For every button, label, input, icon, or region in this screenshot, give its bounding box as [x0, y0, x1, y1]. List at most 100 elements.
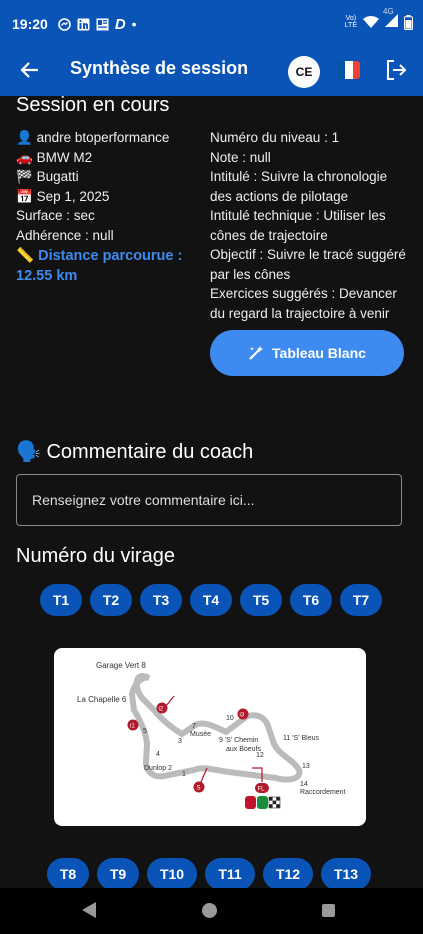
title-row: Intitulé : Suivre la chronologie des act…	[210, 169, 388, 204]
speaking-head-icon: 🗣️	[16, 441, 41, 463]
turn-chip-t10[interactable]: T10	[147, 858, 197, 888]
track-label: 12	[256, 752, 264, 759]
track-label: 4	[156, 751, 160, 758]
battery-icon	[404, 14, 413, 30]
system-nav-bar	[0, 888, 423, 934]
circuit-name: Bugatti	[36, 169, 79, 184]
volte-icon: Vo) LTE	[344, 15, 357, 29]
session-date: Sep 1, 2025	[36, 188, 110, 204]
flag-stripe-white	[345, 61, 353, 79]
calendar-icon: 📅	[16, 188, 33, 204]
car-icon: 🚗	[16, 149, 33, 165]
turn-chip-t8[interactable]: T8	[47, 858, 89, 888]
user-icon: 👤	[16, 130, 33, 145]
nav-back-icon[interactable]	[82, 902, 96, 918]
turn-chip-t7[interactable]: T7	[340, 584, 382, 616]
marker-label: S	[197, 786, 201, 792]
turns-heading: Numéro du virage	[16, 545, 175, 567]
arrow-left-icon	[20, 62, 38, 78]
adherence-row: Adhérence : null	[16, 227, 114, 243]
whiteboard-button[interactable]: Tableau Blanc	[210, 330, 404, 376]
session-heading: Session en cours	[16, 96, 170, 116]
technical-title-row: Intitulé technique : Utiliser les cônes …	[210, 208, 386, 243]
coach-heading: 🗣️ Commentaire du coach	[16, 439, 253, 464]
news-icon	[96, 18, 109, 30]
turn-chip-t1[interactable]: T1	[40, 584, 82, 616]
network-type: 4G	[383, 7, 394, 16]
app-bar: Synthèse de session CE	[0, 48, 423, 96]
distance-label: Distance parcourue :	[38, 248, 183, 264]
dolby-icon: D	[114, 15, 126, 33]
marker-label: i3	[240, 713, 245, 719]
objective-row: Objectif : Suivre le tracé suggéré par l…	[210, 247, 406, 282]
nav-recent-apps-icon[interactable]	[322, 904, 335, 917]
session-summary-content[interactable]: Session en cours 👤 andre btoperformance …	[0, 96, 423, 888]
track-label: 9 'S' Chemin	[219, 737, 258, 744]
turn-chip-t11[interactable]: T11	[205, 858, 255, 888]
car-row: 🚗 BMW M2	[16, 148, 206, 168]
session-info: 👤 andre btoperformance 🚗 BMW M2 🏁 Bugatt…	[16, 128, 206, 286]
whiteboard-label: Tableau Blanc	[272, 345, 366, 361]
track-label: 13	[302, 763, 310, 770]
track-label: Dunlop 2	[144, 765, 172, 772]
wifi-icon	[363, 15, 379, 28]
marker-label: FL	[258, 787, 266, 793]
exercises-row: Exercices suggérés : Devancer du regard …	[210, 286, 397, 321]
circuit-row: 🏁 Bugatti	[16, 167, 206, 187]
back-button[interactable]	[14, 54, 46, 86]
track-label: 14	[300, 781, 308, 788]
nav-home-icon[interactable]	[202, 903, 217, 918]
magic-wand-icon	[249, 346, 264, 360]
avatar[interactable]: CE	[288, 56, 320, 88]
track-label: 7	[192, 723, 196, 730]
linkedin-icon	[77, 18, 90, 30]
logout-icon	[387, 60, 407, 80]
turn-chip-t2[interactable]: T2	[90, 584, 132, 616]
turn-chip-t13[interactable]: T13	[321, 858, 371, 888]
turn-chip-t3[interactable]: T3	[140, 584, 182, 616]
track-label: 5	[143, 728, 147, 735]
turn-chips-row-1: T1 T2 T3 T4 T5 T6 T7	[40, 584, 382, 616]
track-label: Garage Vert 8	[96, 661, 146, 670]
status-time: 19:20	[12, 16, 48, 32]
flag-stripe-blue	[338, 61, 346, 79]
note-row: Note : null	[210, 149, 271, 165]
track-label: 10	[226, 715, 234, 722]
logout-button[interactable]	[384, 56, 410, 84]
track-map-drawing: Garage Vert 8 La Chapelle 6 7 Musée 10 9…	[77, 661, 346, 809]
track-label: 1	[182, 771, 186, 778]
track-label: Raccordement	[300, 789, 346, 796]
track-label: 3	[178, 738, 182, 745]
marker-label: i1	[130, 724, 135, 730]
level-row: Numéro du niveau : 1	[210, 130, 340, 145]
turn-chip-t4[interactable]: T4	[190, 584, 232, 616]
messenger-icon	[58, 17, 71, 31]
turn-chip-t12[interactable]: T12	[263, 858, 313, 888]
turn-chip-t5[interactable]: T5	[240, 584, 282, 616]
surface-row: Surface : sec	[16, 208, 95, 223]
page-title: Synthèse de session	[70, 58, 249, 78]
coach-heading-text: Commentaire du coach	[46, 441, 254, 463]
turn-chip-t6[interactable]: T6	[290, 584, 332, 616]
user-row: 👤 andre btoperformance	[16, 128, 206, 148]
track-label: Musée	[190, 731, 211, 738]
car-name: BMW M2	[36, 149, 93, 165]
user-name: andre btoperformance	[36, 130, 170, 145]
track-map: Garage Vert 8 La Chapelle 6 7 Musée 10 9…	[54, 648, 366, 826]
ruler-icon: 📏	[16, 248, 35, 264]
turn-chips-row-2: T8 T9 T10 T11 T12 T13	[47, 858, 371, 888]
flag-stripe-red	[352, 61, 360, 79]
track-label: La Chapelle 6	[77, 695, 127, 704]
marker-label: i2	[159, 707, 164, 713]
coach-comment-input[interactable]: Renseignez votre commentaire ici...	[16, 474, 402, 526]
level-details: Numéro du niveau : 1 Note : null Intitul…	[210, 128, 410, 323]
dot-icon: •	[131, 16, 137, 32]
language-flag-button[interactable]	[338, 61, 360, 79]
track-label: 11 'S' Bleus	[283, 735, 320, 742]
turn-chip-t9[interactable]: T9	[97, 858, 139, 888]
date-row: 📅 Sep 1, 2025	[16, 187, 206, 207]
status-bar: 19:20 D • Vo) LTE 4G	[0, 0, 423, 48]
distance-row: 📏 Distance parcourue : 12.55 km	[16, 247, 206, 286]
distance-value: 12.55 km	[16, 267, 78, 284]
checkered-flag-icon: 🏁	[16, 169, 33, 184]
